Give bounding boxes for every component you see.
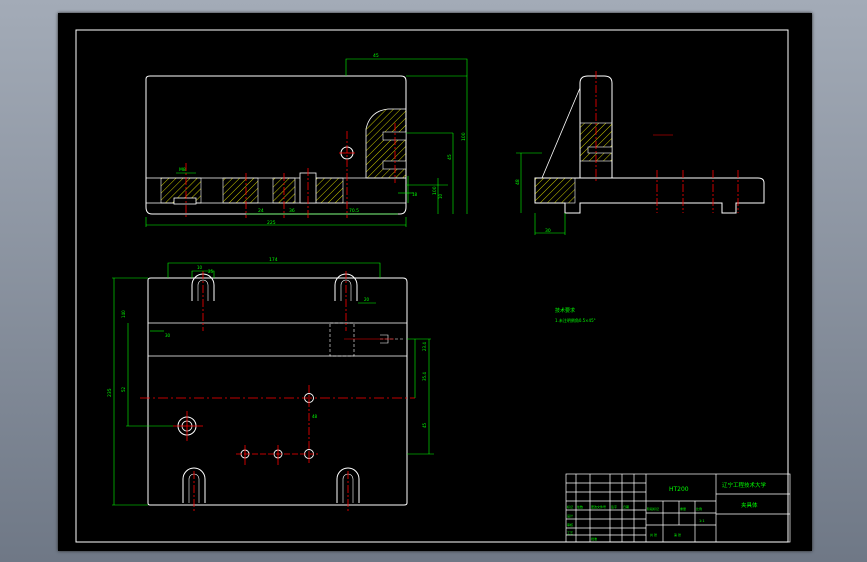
front-section-mid3 — [312, 177, 344, 204]
tb-sign: 签字 — [611, 504, 617, 509]
drawing-sheet: 45 100 45 100 36 70.5 225 24 M8 18 10 48… — [58, 13, 812, 551]
dim-plan-52: 52 — [121, 386, 126, 392]
tb-process: 工艺 — [567, 530, 573, 535]
cad-drawing: 45 100 45 100 36 70.5 225 24 M8 18 10 48… — [75, 29, 791, 543]
dim-plan-20: 20 — [364, 297, 370, 302]
dim-plan-35-4: 35.4 — [422, 372, 427, 381]
tb-design: 设计 — [567, 513, 573, 518]
dim-front-100-b: 100 — [432, 186, 438, 195]
drawing-border — [75, 29, 789, 543]
dim-front-36: 36 — [289, 208, 295, 214]
dim-front-45-side: 45 — [447, 154, 453, 160]
plan-view: 174 10 25 30 20 235 140 52 23.4 35.4 45 … — [107, 257, 434, 511]
dim-plan-10: 10 — [197, 265, 203, 270]
dim-front-45-top: 45 — [373, 53, 379, 59]
dim-plan-174: 174 — [269, 257, 278, 263]
dim-front-100: 100 — [461, 132, 467, 141]
dim-front-m8: M8 — [179, 167, 186, 173]
dim-plan-45: 45 — [422, 422, 427, 428]
tb-approve: 批准 — [591, 536, 597, 541]
dim-plan-30: 30 — [165, 333, 171, 338]
side-section-lower — [534, 177, 576, 204]
dim-side-48: 48 — [515, 179, 521, 185]
dim-plan-140: 140 — [121, 310, 126, 318]
dim-plan-48: 48 — [312, 414, 318, 419]
tb-scale: 比例 — [696, 506, 702, 511]
dim-plan-23-4: 23.4 — [422, 342, 427, 351]
title-model: HT200 — [669, 486, 689, 493]
notes-line-1: 1.未注明倒角0.5×45° — [555, 317, 596, 323]
tb-weight: 重量 — [680, 506, 686, 511]
tb-stage: 阶段标记 — [647, 506, 659, 511]
dim-plan-25: 25 — [208, 269, 214, 274]
dim-front-225: 225 — [267, 220, 276, 226]
title-part-name: 夹具体 — [741, 501, 758, 509]
tb-date: 日期 — [623, 504, 629, 509]
title-block-text: HT200 辽宁工程技术大学 夹具体 标记 处数 更改文件号 签字 日期 设计 … — [567, 481, 767, 541]
dim-side-30: 30 — [545, 228, 551, 234]
tb-count: 处数 — [577, 504, 583, 509]
tb-scale-value: 1:1 — [699, 519, 705, 523]
tb-change-doc: 更改文件号 — [591, 504, 606, 509]
dim-front-70-5: 70.5 — [349, 208, 359, 214]
dim-front-10: 10 — [438, 193, 443, 199]
side-view: 48 30 — [515, 71, 765, 235]
dim-front-24: 24 — [258, 208, 264, 214]
dim-plan-235: 235 — [107, 388, 113, 397]
front-section-mid1 — [222, 177, 259, 204]
tb-mark: 标记 — [567, 504, 573, 509]
notes-title: 技术要求 — [555, 307, 575, 314]
tb-sheets-total: 共 张 — [650, 532, 657, 537]
technical-notes: 技术要求 1.未注明倒角0.5×45° — [555, 307, 596, 323]
tb-review: 审核 — [567, 522, 573, 527]
tb-sheet-no: 第 张 — [674, 532, 681, 537]
title-school: 辽宁工程技术大学 — [722, 481, 767, 489]
dim-front-18: 18 — [412, 192, 418, 197]
front-view: 45 100 45 100 36 70.5 225 24 M8 18 10 — [145, 53, 468, 227]
